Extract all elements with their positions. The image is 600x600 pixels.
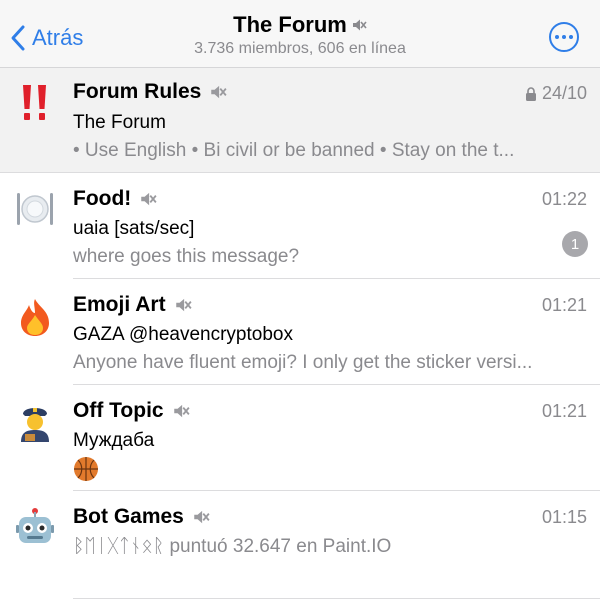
ellipsis-circle-icon bbox=[555, 35, 559, 39]
muted-icon bbox=[352, 19, 367, 31]
topic-title: Emoji Art bbox=[73, 293, 166, 316]
fire-icon bbox=[12, 294, 58, 340]
muted-icon bbox=[211, 85, 227, 99]
topic-row-emoji-art[interactable]: Emoji Art 01:21 GAZA @heavencryptobox An… bbox=[0, 280, 600, 385]
topic-preview: Anyone have fluent emoji? I only get the… bbox=[73, 352, 533, 373]
topic-title: Bot Games bbox=[73, 505, 184, 528]
member-count: 3.736 miembros, 606 en línea bbox=[194, 40, 406, 57]
header-title-area[interactable]: The Forum 3.736 miembros, 606 en línea bbox=[0, 12, 600, 58]
topic-time: 01:21 bbox=[541, 401, 587, 421]
topic-preview: where goes this message? bbox=[73, 246, 300, 267]
topic-time: 01:22 bbox=[541, 189, 587, 209]
muted-icon bbox=[194, 510, 210, 524]
topic-preview: ᛒᛖᛁᚷᛏᚾᛟᚱ puntuó 32.647 en Paint.IO bbox=[73, 536, 392, 557]
divider bbox=[73, 278, 600, 279]
topic-sender: GAZA @heavencryptobox bbox=[73, 324, 293, 345]
unread-badge: 1 bbox=[562, 231, 588, 257]
topic-time: 01:21 bbox=[541, 295, 587, 315]
topic-time: 24/10 bbox=[541, 83, 587, 103]
topic-preview: • Use English • Bi civil or be banned • … bbox=[73, 140, 515, 161]
dot bbox=[562, 35, 566, 39]
dot bbox=[569, 35, 573, 39]
more-options-button[interactable] bbox=[549, 22, 579, 52]
topic-title: Forum Rules bbox=[73, 80, 202, 103]
divider bbox=[73, 384, 600, 385]
topic-row-bot-games[interactable]: Bot Games 01:15 ᛒᛖᛁᚷᛏᚾᛟᚱ puntuó 32.647 e… bbox=[0, 492, 600, 600]
basketball-icon bbox=[74, 457, 98, 481]
topic-title: Food! bbox=[73, 187, 132, 210]
topic-preview bbox=[73, 456, 586, 488]
muted-icon bbox=[173, 404, 190, 418]
topic-row-off-topic[interactable]: Off Topic 01:21 Муждаба bbox=[0, 386, 600, 491]
divider bbox=[0, 172, 600, 173]
double-exclamation-icon bbox=[12, 80, 58, 126]
topic-row-food[interactable]: Food! 01:22 uaia [sats/sec] where goes t… bbox=[0, 174, 600, 279]
muted-icon bbox=[175, 298, 192, 312]
police-officer-icon bbox=[12, 398, 58, 444]
topic-time: 01:15 bbox=[541, 507, 587, 527]
divider bbox=[73, 598, 600, 599]
topic-sender: Муждаба bbox=[73, 430, 155, 451]
plate-fork-knife-icon bbox=[12, 186, 58, 232]
robot-icon bbox=[12, 504, 58, 550]
topic-title: Off Topic bbox=[73, 399, 164, 422]
lock-icon bbox=[525, 86, 536, 101]
page-title: The Forum bbox=[233, 12, 347, 37]
topic-sender: uaia [sats/sec] bbox=[73, 218, 195, 239]
topic-sender: The Forum bbox=[73, 112, 166, 133]
divider bbox=[73, 490, 600, 491]
navigation-header: Atrás The Forum 3.736 miembros, 606 en l… bbox=[0, 0, 600, 68]
topic-row-forum-rules[interactable]: Forum Rules 24/10 The Forum • Use Englis… bbox=[0, 68, 600, 173]
muted-icon bbox=[141, 192, 157, 206]
